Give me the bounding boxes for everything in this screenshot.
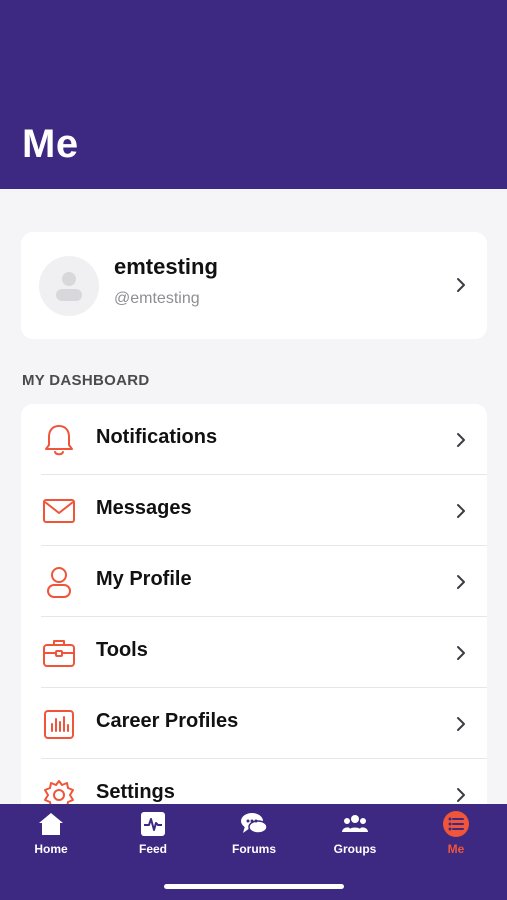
profile-handle: @emtesting xyxy=(114,290,200,307)
menu-item-career-profiles[interactable]: Career Profiles xyxy=(21,688,487,759)
bell-icon xyxy=(45,425,73,456)
list-icon xyxy=(443,811,469,837)
tab-label: Forums xyxy=(231,842,276,856)
menu-item-notifications[interactable]: Notifications xyxy=(21,404,487,475)
tab-groups[interactable]: Groups xyxy=(315,810,395,860)
tab-label: Groups xyxy=(333,842,377,856)
avatar-placeholder-icon xyxy=(56,272,82,301)
chevron-right-icon xyxy=(457,433,465,447)
page-title: Me xyxy=(22,122,79,166)
dashboard-menu: Notifications Messages My Profile Tools xyxy=(21,404,487,824)
profile-name: emtesting xyxy=(114,254,218,279)
menu-item-label: Settings xyxy=(96,781,175,803)
chevron-right-icon xyxy=(457,717,465,731)
menu-item-label: Notifications xyxy=(96,426,218,448)
menu-item-my-profile[interactable]: My Profile xyxy=(21,546,487,617)
home-icon xyxy=(39,813,63,835)
chevron-right-icon xyxy=(457,646,465,660)
menu-item-label: Messages xyxy=(96,497,192,519)
section-label: MY DASHBOARD xyxy=(22,372,150,389)
tab-home[interactable]: Home xyxy=(11,810,91,860)
envelope-icon xyxy=(43,499,75,523)
tab-label: Me xyxy=(447,842,465,856)
header: Me xyxy=(0,0,507,189)
home-indicator[interactable] xyxy=(164,884,344,889)
menu-item-messages[interactable]: Messages xyxy=(21,475,487,546)
tab-label: Home xyxy=(34,842,68,856)
toolbox-icon xyxy=(43,640,75,667)
chevron-right-icon xyxy=(457,788,465,802)
tab-feed[interactable]: Feed xyxy=(113,810,193,860)
pulse-icon xyxy=(141,812,165,836)
menu-item-label: Career Profiles xyxy=(96,710,239,732)
profile-card[interactable]: emtesting @emtesting xyxy=(21,232,487,339)
avatar xyxy=(39,256,99,316)
menu-item-label: Tools xyxy=(96,639,148,661)
menu-item-tools[interactable]: Tools xyxy=(21,617,487,688)
tab-me[interactable]: Me xyxy=(416,810,496,860)
chevron-right-icon xyxy=(457,504,465,518)
person-icon xyxy=(47,567,71,598)
group-icon xyxy=(342,815,368,832)
chevron-right-icon xyxy=(457,278,465,292)
tab-label: Feed xyxy=(138,842,167,856)
chevron-right-icon xyxy=(457,575,465,589)
tab-forums[interactable]: Forums xyxy=(214,810,294,860)
chat-bubbles-icon xyxy=(241,813,268,834)
menu-item-label: My Profile xyxy=(96,568,192,590)
bar-chart-icon xyxy=(44,710,74,739)
